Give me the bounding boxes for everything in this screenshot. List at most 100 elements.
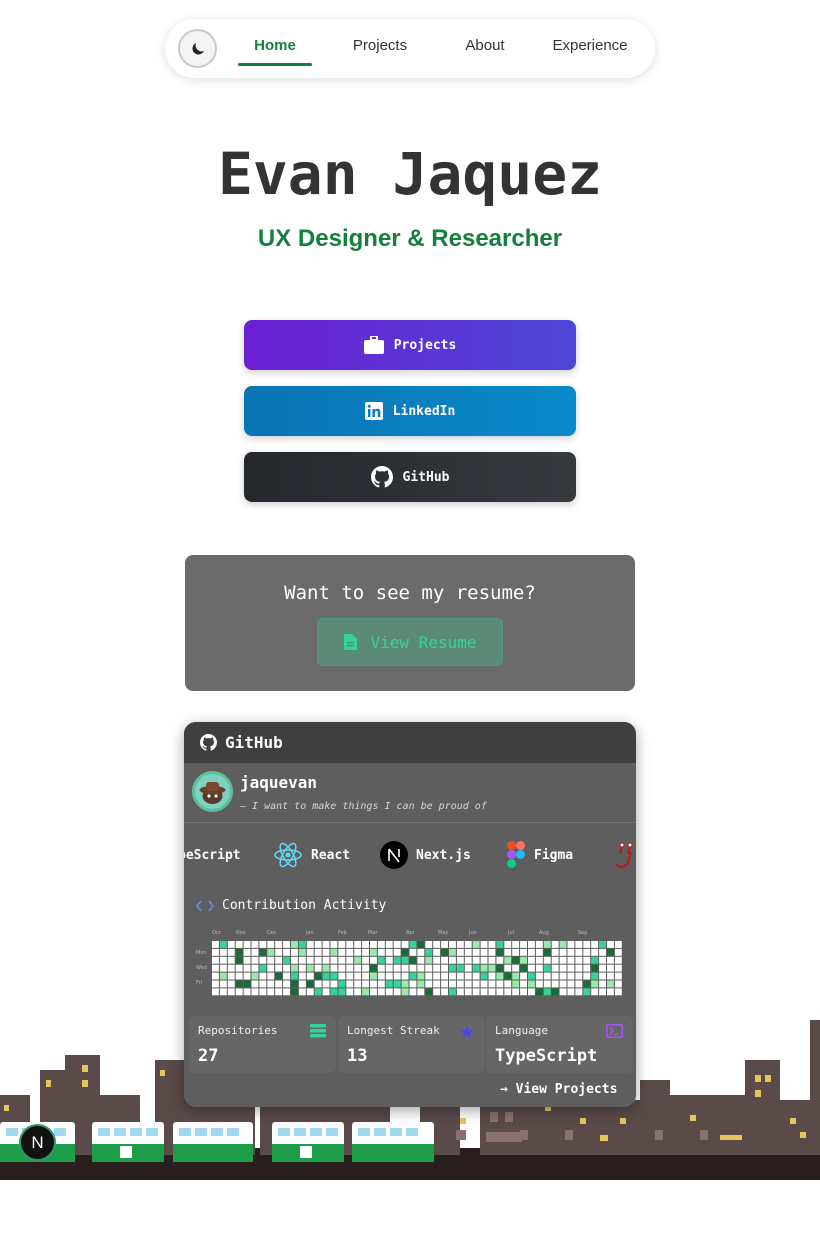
- contribution-cell: [322, 972, 330, 980]
- month-label: May: [438, 930, 449, 936]
- contribution-cell: [480, 956, 488, 964]
- github-bio: — I want to make things I can be proud o…: [240, 801, 487, 812]
- contribution-cell: [449, 964, 456, 972]
- contribution-cell: [283, 941, 290, 948]
- contribution-cell: [259, 956, 267, 964]
- github-icon: [200, 734, 217, 751]
- contribution-cell: [472, 972, 480, 980]
- contribution-cell: [417, 988, 425, 996]
- top-nav: Home Projects About Experience: [165, 19, 655, 78]
- contribution-cell: [393, 948, 401, 956]
- contribution-cell: [385, 956, 393, 964]
- nextjs-dev-badge[interactable]: N: [19, 1124, 56, 1161]
- contribution-cell: [370, 956, 377, 964]
- contribution-cell: [259, 988, 267, 996]
- contribution-cell: [599, 948, 606, 956]
- contribution-cell: [283, 980, 290, 988]
- contribution-cell: [219, 980, 227, 988]
- nav-home[interactable]: Home: [238, 37, 312, 54]
- resume-question: Want to see my resume?: [284, 582, 536, 604]
- contribution-cell: [456, 941, 464, 948]
- contribution-cell: [338, 980, 346, 988]
- contribution-cell: [298, 956, 306, 964]
- contribution-cell: [449, 956, 456, 964]
- contribution-cell: [520, 941, 527, 948]
- month-label: Apr: [406, 930, 415, 936]
- contribution-cell: [393, 980, 401, 988]
- contribution-cell: [283, 988, 290, 996]
- view-projects-link[interactable]: → View Projects: [500, 1082, 617, 1097]
- contribution-cell: [591, 948, 599, 956]
- contribution-cell: [330, 956, 338, 964]
- contribution-cell: [480, 941, 488, 948]
- nav-experience[interactable]: Experience: [545, 37, 635, 54]
- avatar[interactable]: [192, 771, 233, 812]
- contribution-cell: [291, 972, 298, 980]
- contribution-cell: [449, 988, 456, 996]
- contribution-cell: [314, 980, 322, 988]
- contribution-cell: [243, 964, 251, 972]
- contribution-cell: [393, 988, 401, 996]
- contribution-cell: [267, 948, 275, 956]
- contribution-cell: [267, 964, 275, 972]
- contribution-cell: [275, 988, 283, 996]
- theme-toggle-button[interactable]: [178, 29, 217, 68]
- contribution-cell: [551, 980, 559, 988]
- contribution-cell: [346, 972, 354, 980]
- projects-button[interactable]: Projects: [244, 320, 576, 370]
- contribution-cell: [385, 972, 393, 980]
- contribution-cell: [401, 980, 409, 988]
- github-username[interactable]: jaquevan: [240, 773, 317, 792]
- contribution-cell: [607, 941, 614, 948]
- contribution-cell: [504, 964, 512, 972]
- contribution-cell: [496, 941, 504, 948]
- contribution-cell: [543, 988, 551, 996]
- contribution-cell: [306, 964, 314, 972]
- contribution-cell: [385, 964, 393, 972]
- contribution-cell: [322, 941, 330, 948]
- contribution-cell: [251, 980, 259, 988]
- contribution-cell: [488, 964, 496, 972]
- contribution-cell: [456, 956, 464, 964]
- contribution-cell: [227, 988, 235, 996]
- contribution-cell: [583, 980, 591, 988]
- contribution-cell: [614, 980, 622, 988]
- contribution-cell: [535, 988, 543, 996]
- nav-about[interactable]: About: [450, 37, 520, 54]
- contribution-cell: [298, 941, 306, 948]
- contribution-cell: [433, 980, 441, 988]
- contribution-cell: [472, 980, 480, 988]
- contribution-cell: [449, 980, 456, 988]
- contribution-cell: [464, 941, 472, 948]
- contribution-cell: [306, 948, 314, 956]
- linkedin-button[interactable]: LinkedIn: [244, 386, 576, 436]
- contribution-cell: [212, 964, 219, 972]
- contribution-cell: [441, 988, 448, 996]
- contribution-cell: [575, 948, 583, 956]
- contribution-cell: [512, 972, 520, 980]
- contribution-cell: [504, 988, 512, 996]
- contribution-cell: [354, 972, 362, 980]
- nav-projects[interactable]: Projects: [340, 37, 420, 54]
- contribution-cell: [472, 941, 480, 948]
- contribution-cell: [575, 980, 583, 988]
- contribution-cell: [338, 956, 346, 964]
- code-icon: [196, 899, 214, 912]
- github-button[interactable]: GitHub: [244, 452, 576, 502]
- contribution-cell: [472, 964, 480, 972]
- contribution-cell: [393, 941, 401, 948]
- view-resume-button[interactable]: View Resume: [317, 618, 503, 666]
- contribution-cell: [291, 988, 298, 996]
- contribution-cell: [401, 988, 409, 996]
- contribution-cell: [409, 980, 417, 988]
- contribution-cell: [330, 972, 338, 980]
- contribution-cell: [235, 988, 243, 996]
- contribution-cell: [251, 972, 259, 980]
- contribution-cell: [243, 972, 251, 980]
- contribution-cell: [377, 988, 385, 996]
- contribution-cell: [614, 948, 622, 956]
- contribution-cell: [283, 972, 290, 980]
- contribution-cell: [591, 956, 599, 964]
- contribution-cell: [441, 948, 448, 956]
- contribution-cell: [559, 956, 567, 964]
